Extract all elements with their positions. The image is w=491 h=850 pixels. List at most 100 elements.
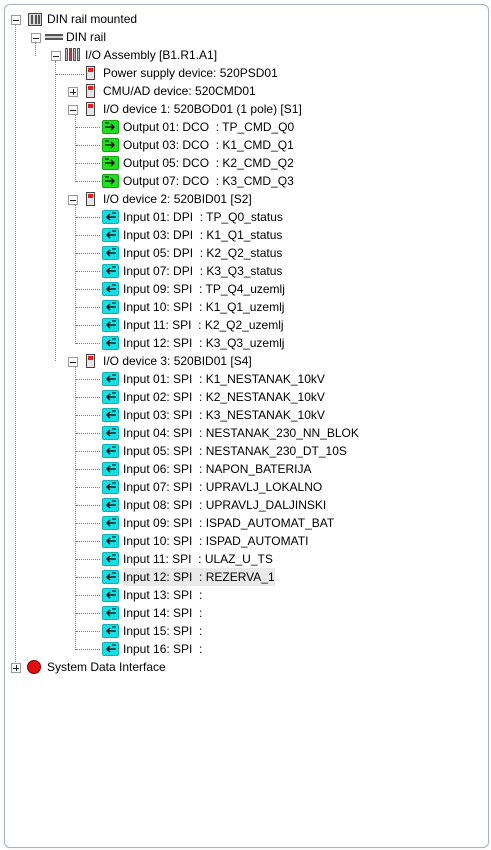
arrow-left-icon — [102, 516, 119, 530]
signal-label: Input 06: SPI : NAPON_BATERIJA — [123, 462, 312, 476]
input-signal-item[interactable]: Input 09: SPI : ISPAD_AUTOMAT_BAT — [0, 514, 420, 532]
input-signal-item[interactable]: Input 12: SPI : K3_Q3_uzemlj — [0, 334, 420, 352]
input-signal-item[interactable]: Input 06: SPI : NAPON_BATERIJA — [0, 460, 420, 478]
input-signal-item[interactable]: Input 09: SPI : TP_Q4_uzemlj — [0, 280, 420, 298]
arrow-left-icon — [102, 552, 119, 566]
input-signal-item[interactable]: Input 14: SPI : — [0, 604, 420, 622]
input-signal-item[interactable]: Input 03: SPI : K3_NESTANAK_10kV — [0, 406, 420, 424]
arrow-left-icon — [102, 336, 119, 350]
arrow-left-icon — [102, 372, 119, 386]
arrow-left-icon — [102, 462, 119, 476]
arrow-left-icon — [102, 282, 119, 296]
tree-guide — [76, 181, 100, 182]
din-rail-icon — [45, 34, 63, 40]
tree-guide — [76, 631, 100, 632]
input-signal-item[interactable]: Input 01: SPI : K1_NESTANAK_10kV — [0, 370, 420, 388]
tree-node-io-assembly[interactable]: I/O Assembly [B1.R1.A1] — [0, 46, 300, 64]
tree-guide — [76, 595, 100, 596]
output-signal-item[interactable]: Output 01: DCO : TP_CMD_Q0 — [0, 118, 420, 136]
arrow-left-icon — [102, 408, 119, 422]
output-signal-item[interactable]: Output 03: DCO : K1_CMD_Q1 — [0, 136, 420, 154]
input-signal-item[interactable]: Input 01: DPI : TP_Q0_status — [0, 208, 420, 226]
tree-guide — [76, 613, 100, 614]
tree-node-io-device-2[interactable]: I/O device 2: 520BID01 [S2] — [0, 190, 340, 208]
input-signal-item[interactable]: Input 13: SPI : — [0, 586, 420, 604]
io-assembly-icon — [65, 48, 81, 62]
signal-label: Input 15: SPI : — [123, 624, 203, 638]
device-module-icon — [86, 102, 95, 116]
collapse-toggle[interactable] — [68, 195, 78, 205]
input-signal-item[interactable]: Input 10: SPI : ISPAD_AUTOMATI — [0, 532, 420, 550]
collapse-toggle[interactable] — [51, 51, 61, 61]
tree-guide — [76, 253, 100, 254]
input-signal-item[interactable]: Input 05: DPI : K2_Q2_status — [0, 244, 420, 262]
signal-label: Input 05: DPI : K2_Q2_status — [123, 246, 283, 260]
collapse-toggle[interactable] — [11, 15, 21, 25]
tree-guide — [76, 523, 100, 524]
input-signal-item[interactable]: Input 07: SPI : UPRAVLJ_LOKALNO — [0, 478, 420, 496]
output-signal-item[interactable]: Output 05: DCO : K2_CMD_Q2 — [0, 154, 420, 172]
tree-node-label: DIN rail — [66, 30, 107, 44]
tree-guide — [76, 469, 100, 470]
device-module-icon — [86, 192, 95, 206]
arrow-right-icon — [102, 156, 119, 170]
collapse-toggle[interactable] — [68, 357, 78, 367]
input-signal-item[interactable]: Input 12: SPI : REZERVA_1 — [0, 568, 420, 586]
tree-node-io-device-3[interactable]: I/O device 3: 520BID01 [S4] — [0, 352, 340, 370]
signal-label: Input 11: SPI : K2_Q2_uzemlj — [123, 318, 284, 332]
tree-node-cmu-device[interactable]: CMU/AD device: 520CMD01 — [0, 82, 320, 100]
arrow-left-icon — [102, 300, 119, 314]
signal-label: Input 01: DPI : TP_Q0_status — [123, 210, 283, 224]
device-module-icon — [86, 354, 95, 368]
input-signal-item[interactable]: Input 15: SPI : — [0, 622, 420, 640]
input-signal-item[interactable]: Input 11: SPI : ULAZ_U_TS — [0, 550, 420, 568]
input-signal-item[interactable]: Input 11: SPI : K2_Q2_uzemlj — [0, 316, 420, 334]
signal-label: Input 02: SPI : K2_NESTANAK_10kV — [123, 390, 325, 404]
expand-toggle[interactable] — [68, 87, 78, 97]
tree-node-din-rail-mounted[interactable]: DIN rail mounted — [0, 10, 300, 28]
tree-guide — [76, 559, 100, 560]
input-signal-item[interactable]: Input 07: DPI : K3_Q3_status — [0, 262, 420, 280]
input-signal-item[interactable]: Input 16: SPI : — [0, 640, 420, 658]
tree-node-label: I/O device 3: 520BID01 [S4] — [103, 354, 252, 368]
signal-label: Input 03: SPI : K3_NESTANAK_10kV — [123, 408, 325, 422]
signal-label: Input 10: SPI : K1_Q1_uzemlj — [123, 300, 285, 314]
tree-guide — [76, 235, 100, 236]
input-signal-item[interactable]: Input 02: SPI : K2_NESTANAK_10kV — [0, 388, 420, 406]
tree-node-label: I/O Assembly [B1.R1.A1] — [85, 48, 218, 62]
input-signal-item[interactable]: Input 10: SPI : K1_Q1_uzemlj — [0, 298, 420, 316]
tree-guide — [76, 307, 100, 308]
tree-node-power-supply[interactable]: Power supply device: 520PSD01 — [0, 64, 320, 82]
input-signal-item[interactable]: Input 05: SPI : NESTANAK_230_DT_10S — [0, 442, 420, 460]
arrow-right-icon — [102, 120, 119, 134]
tree-node-label: I/O device 1: 520BOD01 (1 pole) [S1] — [103, 102, 302, 116]
tree-node-label: Power supply device: 520PSD01 — [103, 66, 278, 80]
input-signal-item[interactable]: Input 04: SPI : NESTANAK_230_NN_BLOK — [0, 424, 420, 442]
signal-label: Input 01: SPI : K1_NESTANAK_10kV — [123, 372, 325, 386]
input-signal-item[interactable]: Input 08: SPI : UPRAVLJ_DALJINSKI — [0, 496, 420, 514]
arrow-left-icon — [102, 318, 119, 332]
tree-guide — [76, 487, 100, 488]
signal-label: Input 07: DPI : K3_Q3_status — [123, 264, 283, 278]
collapse-toggle[interactable] — [31, 33, 41, 43]
output-signal-item[interactable]: Output 07: DCO : K3_CMD_Q3 — [0, 172, 420, 190]
arrow-left-icon — [102, 426, 119, 440]
tree-node-system-data-interface[interactable]: System Data Interface — [0, 658, 300, 676]
tree-guide — [76, 163, 100, 164]
input-signal-item[interactable]: Input 03: DPI : K1_Q1_status — [0, 226, 420, 244]
tree-guide — [76, 649, 100, 650]
signal-label: Output 01: DCO : TP_CMD_Q0 — [123, 120, 295, 134]
project-tree: DIN rail mounted DIN rail I/O Assembly [… — [0, 0, 491, 850]
arrow-right-icon — [102, 138, 119, 152]
signal-label: Input 09: SPI : TP_Q4_uzemlj — [123, 282, 285, 296]
signal-label: Input 05: SPI : NESTANAK_230_DT_10S — [123, 444, 347, 458]
arrow-right-icon — [102, 174, 119, 188]
tree-guide — [76, 541, 100, 542]
tree-node-din-rail[interactable]: DIN rail — [0, 28, 300, 46]
tree-node-label: CMU/AD device: 520CMD01 — [103, 84, 256, 98]
tree-node-io-device-1[interactable]: I/O device 1: 520BOD01 (1 pole) [S1] — [0, 100, 340, 118]
signal-label: Input 12: SPI : K3_Q3_uzemlj — [123, 336, 285, 350]
signal-label: Input 04: SPI : NESTANAK_230_NN_BLOK — [123, 426, 359, 440]
collapse-toggle[interactable] — [68, 105, 78, 115]
expand-toggle[interactable] — [11, 663, 21, 673]
